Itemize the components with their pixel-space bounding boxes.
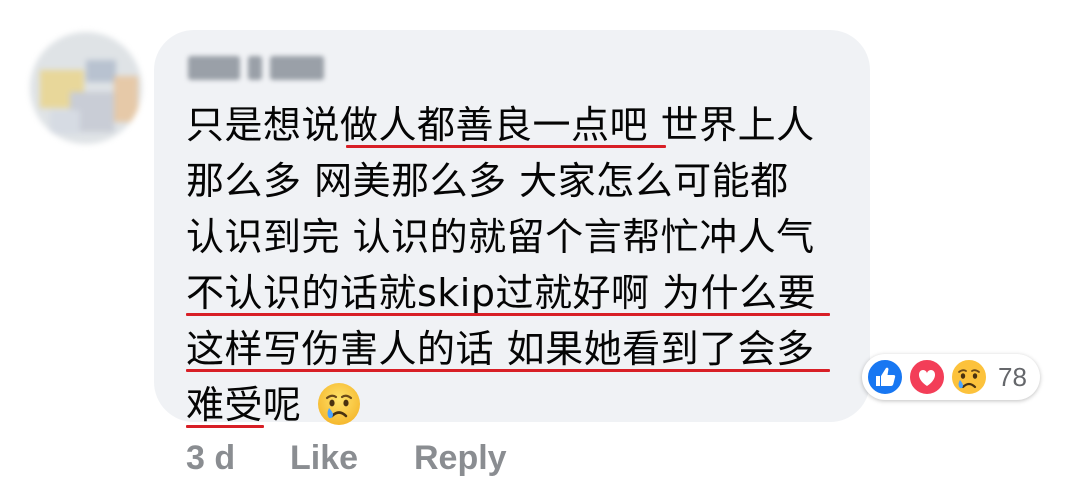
sad-icon: [950, 358, 988, 396]
comment-line: 难受呢: [186, 377, 846, 433]
like-icon: [866, 358, 904, 396]
reaction-count: 78: [998, 362, 1027, 392]
comment-line: 认识到完 认识的就留个言帮忙冲人气: [186, 215, 815, 259]
commenter-name[interactable]: [186, 50, 326, 84]
comment-line: 那么多 网美那么多 大家怎么可能都: [186, 159, 789, 203]
highlight-underline: [346, 145, 666, 148]
crying-face-emoji: [318, 382, 361, 425]
avatar[interactable]: [30, 32, 142, 144]
comment-line: 只是想说做人都善良一点吧 世界上人: [186, 103, 815, 148]
highlight-underline: [186, 369, 830, 372]
love-icon: [908, 358, 946, 396]
comment-timestamp[interactable]: 3 d: [186, 434, 235, 482]
comment-line: 不认识的话就skip过就好啊 为什么要: [186, 265, 846, 321]
comment-text: 只是想说做人都善良一点吧 世界上人 那么多 网美那么多 大家怎么可能都 认识到完…: [186, 97, 846, 433]
highlight-underline: [186, 313, 830, 316]
reactions-summary[interactable]: 78: [862, 354, 1040, 400]
like-button[interactable]: Like: [290, 434, 358, 482]
comment-line: 这样写伤害人的话 如果她看到了会多: [186, 321, 846, 377]
reply-button[interactable]: Reply: [414, 434, 507, 482]
highlight-underline: [186, 425, 264, 428]
